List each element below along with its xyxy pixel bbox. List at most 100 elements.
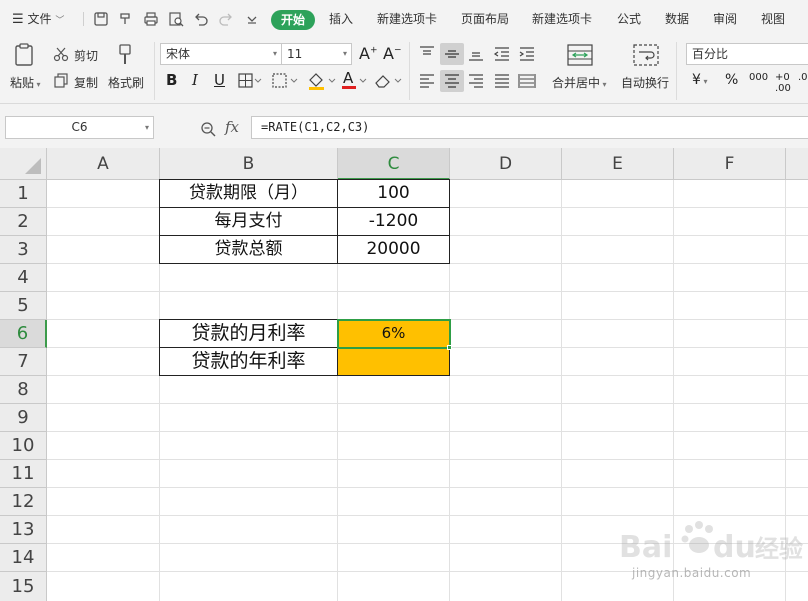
tab-insert[interactable]: 插入 <box>329 10 353 27</box>
column-header-d[interactable]: D <box>450 148 562 180</box>
row-header-12[interactable]: 12 <box>0 488 47 516</box>
cell-c1[interactable]: 100 <box>337 179 450 208</box>
gridline <box>47 459 808 460</box>
column-header-c[interactable]: C <box>338 148 450 180</box>
row-header-13[interactable]: 13 <box>0 516 47 544</box>
increase-font-icon[interactable]: A+ <box>359 44 378 63</box>
thousands-separator-button[interactable]: 000 <box>749 72 768 83</box>
format-painter-icon[interactable] <box>116 43 136 67</box>
redo-icon[interactable] <box>217 10 235 28</box>
row-header-6[interactable]: 6 <box>0 320 47 348</box>
cell-c7[interactable] <box>337 347 450 376</box>
row-header-4[interactable]: 4 <box>0 264 47 292</box>
italic-icon[interactable]: I <box>192 71 198 89</box>
clear-format-icon[interactable] <box>373 72 403 90</box>
watermark-url: jingyan.baidu.com <box>632 566 752 580</box>
customize-chevron-icon[interactable] <box>243 10 261 28</box>
wrap-text-icon[interactable] <box>633 44 659 66</box>
formula-input[interactable]: =RATE(C1,C2,C3) <box>251 116 808 139</box>
font-color-icon[interactable]: A <box>340 69 368 91</box>
paste-icon[interactable] <box>13 42 37 68</box>
cell-c3[interactable]: 20000 <box>337 235 450 264</box>
copy-icon[interactable] <box>53 72 69 88</box>
scissors-icon[interactable] <box>53 46 71 62</box>
print-icon[interactable] <box>142 10 160 28</box>
row-header-14[interactable]: 14 <box>0 544 47 572</box>
cell-b7[interactable]: 贷款的年利率 <box>159 347 338 376</box>
tab-review[interactable]: 审阅 <box>713 10 737 27</box>
align-top-icon[interactable] <box>418 45 436 61</box>
zoom-search-icon[interactable] <box>200 121 216 141</box>
file-menu[interactable]: ☰ 文件 ﹀ <box>12 10 64 27</box>
number-format-select[interactable]: 百分比 <box>686 43 808 65</box>
percent-format-button[interactable]: % <box>725 72 738 88</box>
column-header-f[interactable]: F <box>674 148 786 180</box>
tab-home[interactable]: 开始 <box>271 10 315 30</box>
tab-new-tab-2[interactable]: 新建选项卡 <box>532 10 592 27</box>
insert-function-button[interactable]: fx <box>225 118 239 136</box>
decrease-indent-icon[interactable] <box>493 46 511 62</box>
row-header-3[interactable]: 3 <box>0 236 47 264</box>
distributed-icon[interactable] <box>518 73 536 89</box>
font-size-select[interactable]: 11 ▾ <box>281 43 352 65</box>
merge-center-icon[interactable] <box>567 44 593 66</box>
svg-text:经验: 经验 <box>755 535 803 563</box>
fill-handle[interactable] <box>447 345 452 350</box>
column-header-e[interactable]: E <box>562 148 674 180</box>
tab-new-tab-1[interactable]: 新建选项卡 <box>377 10 437 27</box>
cell-b1[interactable]: 贷款期限（月） <box>159 179 338 208</box>
currency-format-button[interactable]: ¥ ▾ <box>692 72 707 88</box>
align-bottom-icon[interactable] <box>467 46 485 62</box>
merge-center-button[interactable]: 合并居中 ▾ <box>552 74 607 91</box>
cell-b6[interactable]: 贷款的月利率 <box>159 319 338 348</box>
underline-icon[interactable]: U <box>214 71 225 89</box>
row-header-2[interactable]: 2 <box>0 208 47 236</box>
row-header-10[interactable]: 10 <box>0 432 47 460</box>
font-name-select[interactable]: 宋体 ▾ <box>160 43 282 65</box>
row-header-15[interactable]: 15 <box>0 572 47 601</box>
justify-icon[interactable] <box>493 73 511 89</box>
fill-color-icon[interactable] <box>307 71 337 91</box>
column-header-a[interactable]: A <box>47 148 160 180</box>
print-preview-icon[interactable] <box>167 10 185 28</box>
cell-b3[interactable]: 贷款总额 <box>159 235 338 264</box>
row-header-5[interactable]: 5 <box>0 292 47 320</box>
tab-page-layout[interactable]: 页面布局 <box>461 10 509 27</box>
row-header-11[interactable]: 11 <box>0 460 47 488</box>
row-header-9[interactable]: 9 <box>0 404 47 432</box>
align-right-icon[interactable] <box>467 73 485 89</box>
row-header-8[interactable]: 8 <box>0 376 47 404</box>
undo-icon[interactable] <box>192 10 210 28</box>
file-menu-label: 文件 <box>27 12 52 26</box>
cut-button[interactable]: 剪切 <box>74 47 98 64</box>
decrease-font-icon[interactable]: A− <box>383 44 402 63</box>
row-header-7[interactable]: 7 <box>0 348 47 376</box>
group-divider <box>676 42 677 100</box>
tab-view[interactable]: 视图 <box>761 10 785 27</box>
tab-data[interactable]: 数据 <box>665 10 689 27</box>
borders-icon[interactable] <box>238 73 262 89</box>
save-icon[interactable] <box>92 10 110 28</box>
row-header-1[interactable]: 1 <box>0 180 47 208</box>
format-brush-icon[interactable] <box>117 10 135 28</box>
increase-decimal-icon[interactable]: +0.00 <box>775 72 791 94</box>
column-header-b[interactable]: B <box>160 148 338 180</box>
align-center-icon[interactable] <box>443 73 461 89</box>
cell-c2[interactable]: -1200 <box>337 207 450 236</box>
copy-button[interactable]: 复制 <box>74 74 98 91</box>
cell-b2[interactable]: 每月支付 <box>159 207 338 236</box>
format-painter-button[interactable]: 格式刷 <box>108 74 144 91</box>
align-middle-icon[interactable] <box>443 46 461 62</box>
font-name-value: 宋体 <box>166 47 191 61</box>
tab-formulas[interactable]: 公式 <box>617 10 641 27</box>
decrease-decimal-icon[interactable]: .0 <box>798 72 808 83</box>
align-left-icon[interactable] <box>418 73 436 89</box>
select-all-corner[interactable] <box>0 148 47 180</box>
cell-style-icon[interactable] <box>272 73 298 89</box>
increase-indent-icon[interactable] <box>518 46 536 62</box>
bold-icon[interactable]: B <box>166 71 177 89</box>
paste-button[interactable]: 粘贴 ▾ <box>10 74 41 91</box>
column-header-g[interactable] <box>786 148 808 180</box>
name-box[interactable]: C6 ▾ <box>5 116 154 139</box>
wrap-text-button[interactable]: 自动换行 <box>621 74 669 91</box>
